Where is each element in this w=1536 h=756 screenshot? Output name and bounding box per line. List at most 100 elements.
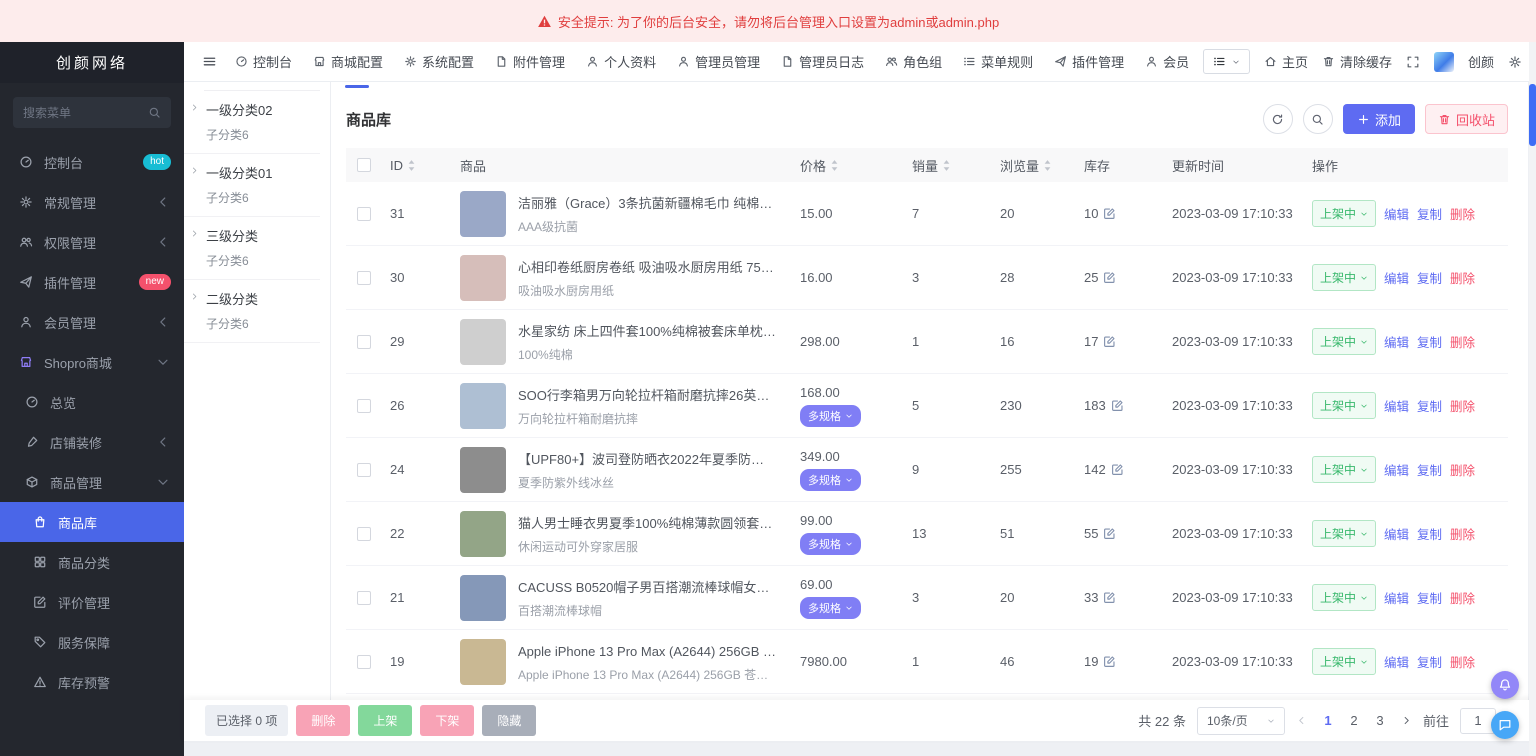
edit-link[interactable]: 编辑 — [1384, 332, 1409, 351]
category-sub-label[interactable]: 子分类6 — [206, 252, 312, 269]
sort-icon[interactable] — [942, 159, 951, 172]
delete-link[interactable]: 删除 — [1450, 524, 1475, 543]
multi-spec-badge[interactable]: 多规格 — [800, 597, 861, 619]
edit-link[interactable]: 编辑 — [1384, 524, 1409, 543]
delete-link[interactable]: 删除 — [1450, 268, 1475, 287]
sidebar-item-0[interactable]: 控制台hot — [0, 142, 184, 182]
copy-link[interactable]: 复制 — [1417, 204, 1442, 223]
page-scrollbar[interactable] — [1529, 42, 1536, 756]
copy-link[interactable]: 复制 — [1417, 332, 1442, 351]
avatar[interactable] — [1434, 52, 1454, 72]
nav-tab-1[interactable]: 商城配置 — [313, 52, 383, 71]
sidebar-item-8[interactable]: 商品管理 — [0, 462, 184, 502]
product-image[interactable] — [460, 191, 506, 237]
edit-link[interactable]: 编辑 — [1384, 460, 1409, 479]
row-checkbox[interactable] — [357, 271, 371, 285]
delete-link[interactable]: 删除 — [1450, 652, 1475, 671]
column-header-views[interactable]: 浏览量 — [1000, 156, 1084, 175]
product-image[interactable] — [460, 383, 506, 429]
status-dropdown[interactable]: 上架中 — [1312, 648, 1376, 675]
layout-dropdown-button[interactable] — [1203, 49, 1250, 74]
batch-hide-button[interactable]: 隐藏 — [482, 705, 536, 736]
edit-link[interactable]: 编辑 — [1384, 588, 1409, 607]
stock-edit-icon[interactable] — [1111, 399, 1124, 412]
active-tab-indicator[interactable] — [345, 85, 369, 88]
chat-button[interactable] — [1491, 711, 1519, 739]
category-item-3[interactable]: 二级分类子分类6 — [184, 280, 320, 343]
category-item-0[interactable]: 一级分类02子分类6 — [184, 91, 320, 154]
sidebar-item-6[interactable]: 总览 — [0, 382, 184, 422]
copy-link[interactable]: 复制 — [1417, 588, 1442, 607]
sidebar-item-7[interactable]: 店铺装修 — [0, 422, 184, 462]
category-item-2[interactable]: 三级分类子分类6 — [184, 217, 320, 280]
stock-edit-icon[interactable] — [1103, 207, 1116, 220]
sort-icon[interactable] — [407, 159, 416, 172]
stock-edit-icon[interactable] — [1103, 655, 1116, 668]
product-title[interactable]: 洁丽雅（Grace）3条抗菌新疆棉毛巾 纯棉柔软家用洗... — [518, 193, 792, 212]
nav-tab-8[interactable]: 菜单规则 — [963, 52, 1033, 71]
stock-edit-icon[interactable] — [1111, 463, 1124, 476]
row-checkbox[interactable] — [357, 399, 371, 413]
copy-link[interactable]: 复制 — [1417, 460, 1442, 479]
nav-tab-6[interactable]: 管理员日志 — [781, 52, 864, 71]
refresh-button[interactable] — [1263, 104, 1293, 134]
status-dropdown[interactable]: 上架中 — [1312, 520, 1376, 547]
stock-edit-icon[interactable] — [1103, 335, 1116, 348]
nav-tab-3[interactable]: 附件管理 — [495, 52, 565, 71]
fullscreen-icon[interactable] — [1406, 55, 1420, 69]
delete-link[interactable]: 删除 — [1450, 588, 1475, 607]
product-image[interactable] — [460, 319, 506, 365]
add-button[interactable]: 添加 — [1343, 104, 1415, 134]
sidebar-item-4[interactable]: 会员管理 — [0, 302, 184, 342]
edit-link[interactable]: 编辑 — [1384, 204, 1409, 223]
prev-page-icon[interactable] — [1296, 715, 1307, 726]
edit-link[interactable]: 编辑 — [1384, 396, 1409, 415]
nav-tab-9[interactable]: 插件管理 — [1054, 52, 1124, 71]
edit-link[interactable]: 编辑 — [1384, 268, 1409, 287]
column-header-id[interactable]: ID — [390, 158, 460, 173]
sidebar-item-10[interactable]: 商品分类 — [0, 542, 184, 582]
recycle-bin-button[interactable]: 回收站 — [1425, 104, 1508, 134]
copy-link[interactable]: 复制 — [1417, 396, 1442, 415]
row-checkbox[interactable] — [357, 207, 371, 221]
status-dropdown[interactable]: 上架中 — [1312, 200, 1376, 227]
column-header-price[interactable]: 价格 — [800, 156, 912, 175]
row-checkbox[interactable] — [357, 655, 371, 669]
sort-icon[interactable] — [1043, 159, 1052, 172]
product-title[interactable]: 猫人男士睡衣男夏季100%纯棉薄款圆领套头短袖套装... — [518, 513, 792, 532]
copy-link[interactable]: 复制 — [1417, 268, 1442, 287]
category-item-1[interactable]: 一级分类01子分类6 — [184, 154, 320, 217]
menu-toggle-icon[interactable] — [194, 54, 225, 69]
page-size-select[interactable]: 10条/页 — [1197, 707, 1285, 735]
page-number-2[interactable]: 2 — [1344, 713, 1364, 728]
product-image[interactable] — [460, 447, 506, 493]
status-dropdown[interactable]: 上架中 — [1312, 584, 1376, 611]
home-link[interactable]: 主页 — [1264, 52, 1308, 71]
status-dropdown[interactable]: 上架中 — [1312, 392, 1376, 419]
multi-spec-badge[interactable]: 多规格 — [800, 405, 861, 427]
sidebar-item-2[interactable]: 权限管理 — [0, 222, 184, 262]
stock-edit-icon[interactable] — [1103, 591, 1116, 604]
settings-gear-icon[interactable] — [1508, 55, 1522, 69]
sidebar-item-13[interactable]: 库存预警 — [0, 662, 184, 702]
batch-delete-button[interactable]: 删除 — [296, 705, 350, 736]
clear-cache-link[interactable]: 清除缓存 — [1322, 52, 1392, 71]
status-dropdown[interactable]: 上架中 — [1312, 456, 1376, 483]
column-header-sales[interactable]: 销量 — [912, 156, 1000, 175]
delete-link[interactable]: 删除 — [1450, 396, 1475, 415]
category-sub-label[interactable]: 子分类6 — [206, 315, 312, 332]
product-image[interactable] — [460, 575, 506, 621]
row-checkbox[interactable] — [357, 463, 371, 477]
copy-link[interactable]: 复制 — [1417, 524, 1442, 543]
sidebar-search[interactable] — [13, 97, 171, 128]
product-title[interactable]: CACUSS B0520帽子男百搭潮流棒球帽女休闲户外鸭... — [518, 577, 792, 596]
next-page-icon[interactable] — [1401, 715, 1412, 726]
edit-link[interactable]: 编辑 — [1384, 652, 1409, 671]
nav-tab-10[interactable]: 会员管理 — [1145, 52, 1189, 71]
delete-link[interactable]: 删除 — [1450, 204, 1475, 223]
sort-icon[interactable] — [830, 159, 839, 172]
sidebar-item-1[interactable]: 常规管理 — [0, 182, 184, 222]
multi-spec-badge[interactable]: 多规格 — [800, 533, 861, 555]
sidebar-item-12[interactable]: 服务保障 — [0, 622, 184, 662]
product-title[interactable]: Apple iPhone 13 Pro Max (A2644) 256GB 苍岭… — [518, 641, 792, 660]
